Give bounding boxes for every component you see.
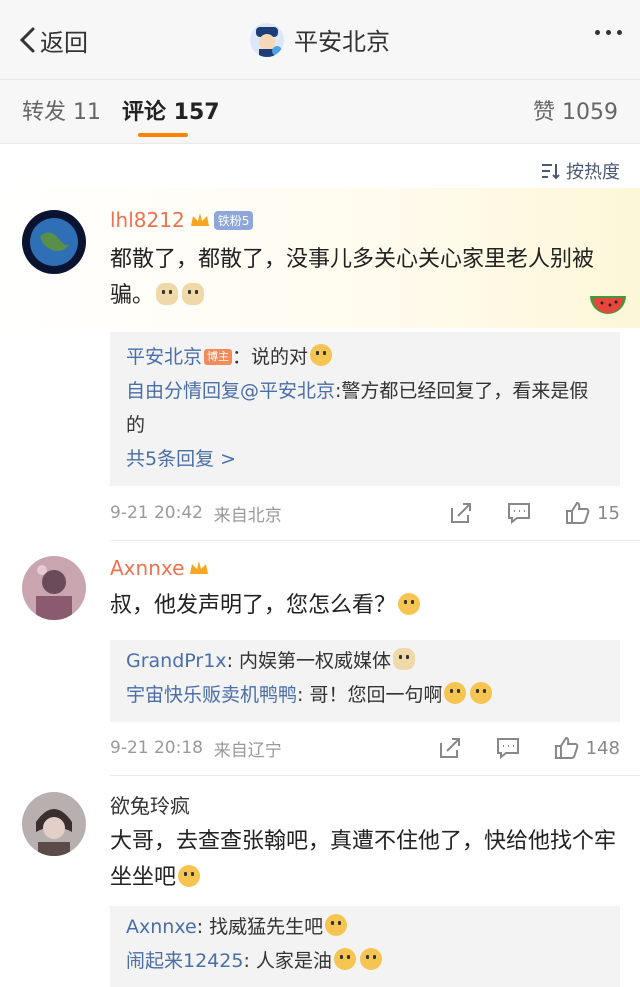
- share-icon: [439, 738, 460, 758]
- like-count: 148: [585, 737, 620, 759]
- reply-item: 自由分情回复@平安北京:警方都已经回复了，看来是假的: [126, 374, 604, 442]
- comment-username[interactable]: lhl8212 铁粉5: [110, 208, 254, 232]
- crown-icon: [190, 561, 209, 574]
- cry-emoji-icon: [444, 682, 467, 704]
- comment-time: 9-21 20:18: [110, 738, 203, 758]
- reply-author[interactable]: 自由分情回复@平安北京: [126, 380, 335, 402]
- page-title: 平安北京: [0, 22, 640, 57]
- reply-author[interactable]: 平安北京: [126, 346, 202, 368]
- watermelon-icon: [590, 296, 626, 314]
- avatar[interactable]: [22, 556, 86, 620]
- comment-username[interactable]: Axnnxe: [110, 556, 210, 580]
- like-button[interactable]: 148: [554, 736, 620, 760]
- reply-item: GrandPr1x: 内娱第一权威媒体: [126, 644, 604, 678]
- sort-button[interactable]: 按热度: [540, 158, 620, 184]
- reply-author[interactable]: Axnnxe: [126, 916, 197, 938]
- comment-text: 叔，他发声明了，您怎么看？: [110, 588, 620, 624]
- reply-text: : 内娱第一权威媒体: [226, 650, 392, 672]
- comment-location: 来自北京: [213, 505, 282, 526]
- eye-roll-emoji-icon: [178, 865, 201, 887]
- like-icon: [554, 736, 578, 759]
- avatar[interactable]: [22, 792, 86, 856]
- tab-bar: 转发 11 评论 157 赞 1059: [0, 80, 640, 144]
- reply-text: : 人家是油: [243, 950, 332, 972]
- laugh-cry-emoji-icon: [359, 948, 382, 970]
- laugh-cry-emoji-icon: [333, 948, 356, 970]
- scared-emoji-icon: [398, 593, 421, 615]
- reply-text: ：说的对: [232, 346, 309, 368]
- tab-repost[interactable]: 转发 11: [22, 94, 101, 126]
- username-text: 欲兔玲疯: [110, 794, 190, 818]
- comment-text: 都散了，都散了，没事儿多关心关心家里老人别被骗。: [110, 242, 620, 314]
- share-button[interactable]: [449, 502, 479, 524]
- doge-emoji-icon: [156, 283, 179, 305]
- reply-box[interactable]: GrandPr1x: 内娱第一权威媒体 宇宙快乐贩卖机鸭鸭: 哥！您回一句啊: [110, 640, 620, 722]
- like-count: 15: [597, 502, 620, 524]
- sort-icon: [542, 164, 560, 180]
- reply-box[interactable]: 平安北京 博主 ：说的对 自由分情回复@平安北京:警方都已经回复了，看来是假的 共5…: [110, 332, 620, 486]
- comment-text: 大哥，去查查张翰吧，真遭不住他了，快给他找个牢坐坐吧: [110, 824, 620, 896]
- tab-like[interactable]: 赞 1059: [533, 94, 618, 126]
- reply-item: 宇宙快乐贩卖机鸭鸭: 哥！您回一句啊: [126, 678, 604, 712]
- reply-item: 闹起来12425: 人家是油: [126, 944, 604, 978]
- comment-icon: [508, 503, 531, 524]
- reply-item: 平安北京 博主 ：说的对: [126, 340, 604, 374]
- active-tab-indicator: [138, 133, 188, 137]
- more-replies-link[interactable]: 共5条回复 >: [126, 442, 604, 476]
- title-text: 平安北京: [294, 28, 390, 56]
- cry-emoji-icon: [470, 682, 493, 704]
- comment-meta: 9-21 20:42 来自北京 15: [110, 498, 620, 528]
- reply-item: Axnnxe: 找威猛先生吧: [126, 910, 604, 944]
- reply-button[interactable]: [507, 502, 537, 524]
- username-text: lhl8212: [110, 208, 185, 232]
- comment-text-content: 叔，他发声明了，您怎么看？: [110, 593, 397, 618]
- reply-author[interactable]: GrandPr1x: [126, 650, 227, 672]
- divider: [110, 540, 640, 541]
- comment-meta: 9-21 20:18 来自辽宁 148: [110, 733, 620, 763]
- laugh-emoji-icon: [310, 344, 333, 366]
- more-icon[interactable]: [595, 30, 622, 35]
- share-icon: [451, 503, 472, 523]
- laugh-cry-emoji-icon: [325, 914, 348, 936]
- doge-emoji-icon: [393, 648, 416, 670]
- avatar[interactable]: [22, 210, 86, 274]
- comment-location: 来自辽宁: [213, 740, 282, 761]
- like-icon: [566, 501, 590, 524]
- top-bar: 返回 平安北京: [0, 0, 640, 80]
- police-logo-icon: [250, 22, 284, 57]
- reply-text: : 哥！您回一句啊: [297, 684, 443, 706]
- comment-time: 9-21 20:42: [110, 503, 203, 523]
- sort-label: 按热度: [566, 162, 620, 183]
- divider: [110, 775, 640, 776]
- comment-username[interactable]: 欲兔玲疯: [110, 790, 190, 819]
- fan-badge: 铁粉5: [213, 210, 254, 230]
- reply-author[interactable]: 闹起来12425: [126, 950, 243, 972]
- reply-button[interactable]: [496, 737, 526, 759]
- blogger-badge: 博主: [204, 349, 233, 365]
- crown-icon: [190, 213, 209, 226]
- comment-icon: [496, 738, 519, 759]
- like-button[interactable]: 15: [565, 501, 620, 525]
- reply-box[interactable]: Axnnxe: 找威猛先生吧 闹起来12425: 人家是油: [110, 906, 620, 987]
- username-text: Axnnxe: [110, 556, 185, 580]
- reply-text: : 找威猛先生吧: [196, 916, 324, 938]
- doge-emoji-icon: [182, 283, 205, 305]
- reply-author[interactable]: 宇宙快乐贩卖机鸭鸭: [126, 684, 297, 706]
- share-button[interactable]: [438, 737, 468, 759]
